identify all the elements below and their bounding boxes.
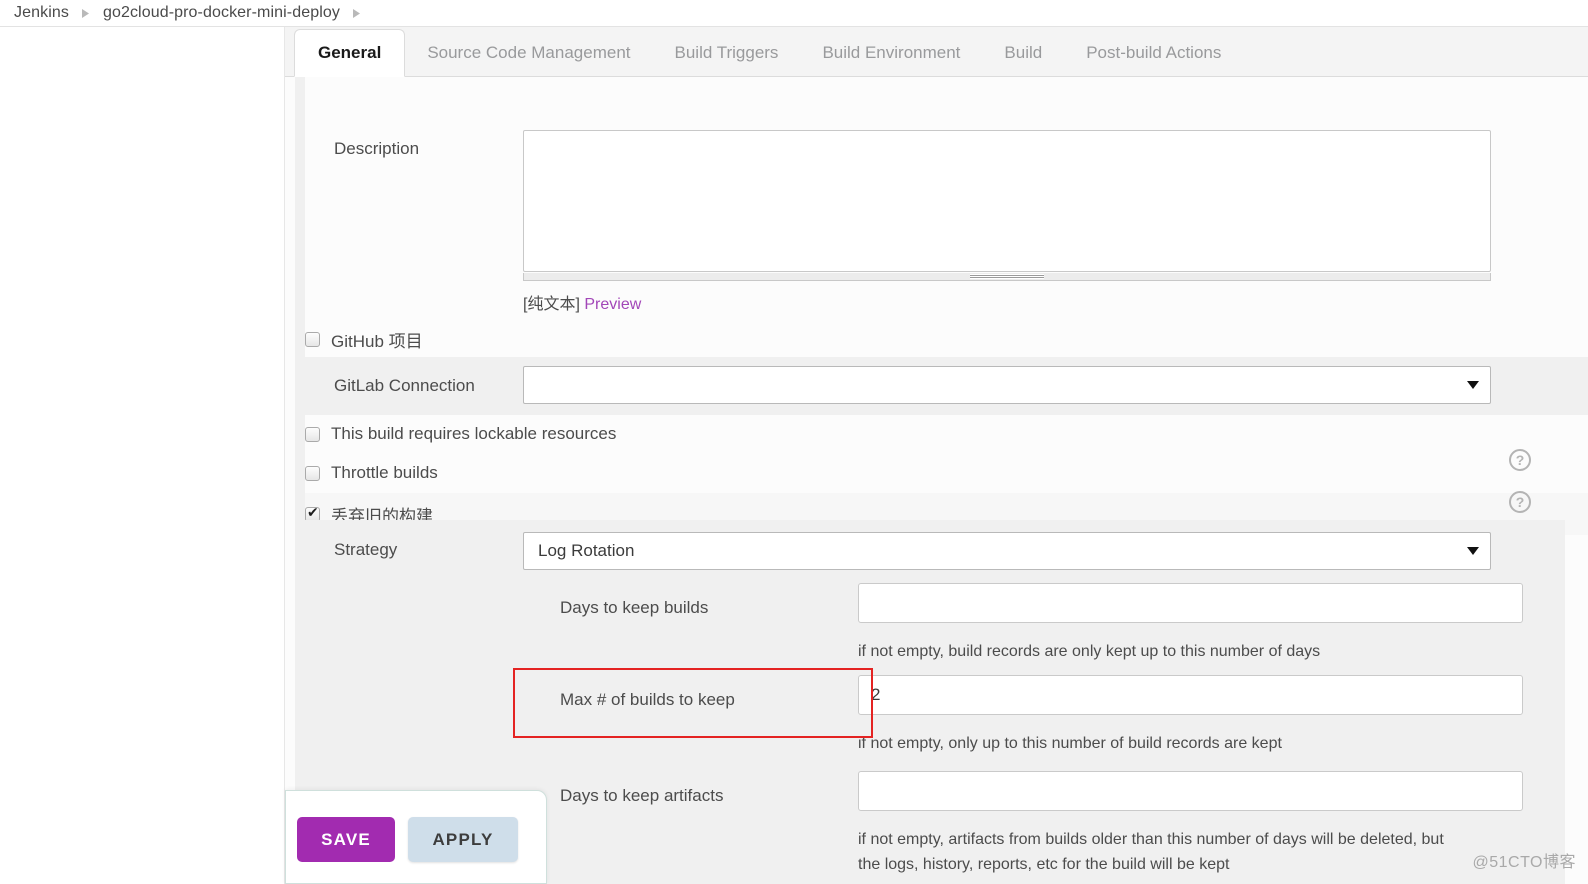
form-actions-panel: SAVE APPLY [285,790,547,884]
github-project-label: GitHub 项目 [331,331,423,351]
strategy-value: Log Rotation [538,541,635,560]
lockable-resources-label: This build requires lockable resources [331,424,617,443]
max-builds-to-keep-input[interactable]: 2 [858,675,1523,715]
throttle-builds-checkbox[interactable] [305,465,320,481]
strategy-label: Strategy [334,540,398,559]
gitlab-connection-row: GitLab Connection [305,357,1588,415]
preview-link[interactable]: Preview [584,296,641,313]
watermark: @51CTO博客 [1472,854,1576,871]
tab-source-code-management[interactable]: Source Code Management [405,29,652,76]
gitlab-connection-select[interactable] [523,366,1491,404]
markup-type-label: [纯文本] [523,296,580,313]
caret-down-icon-strategy [1467,547,1479,555]
save-button[interactable]: SAVE [297,817,395,862]
tab-post-build-actions[interactable]: Post-build Actions [1064,29,1243,76]
config-tabbar: General Source Code Management Build Tri… [285,27,1588,77]
days-to-keep-artifacts-input[interactable] [858,771,1523,811]
tab-build-triggers[interactable]: Build Triggers [653,29,801,76]
chevron-right-icon [75,8,97,19]
days-to-keep-artifacts-hint-line1: if not empty, artifacts from builds olde… [858,831,1444,848]
days-to-keep-artifacts-hint-line2: the logs, history, reports, etc for the … [858,856,1230,873]
days-to-keep-builds-label: Days to keep builds [560,598,709,617]
tab-build-environment[interactable]: Build Environment [800,29,982,76]
breadcrumb: Jenkins go2cloud-pro-docker-mini-deploy [0,0,1588,27]
section-rail [295,77,305,884]
breadcrumb-item-job[interactable]: go2cloud-pro-docker-mini-deploy [97,4,346,22]
general-form: Description [纯文本] Preview GitHub 项目 GitL… [285,77,1588,884]
breadcrumb-item-jenkins[interactable]: Jenkins [8,4,75,22]
days-to-keep-builds-input[interactable] [858,583,1523,623]
left-sidebar [0,27,285,884]
jenkins-job-config-page: Jenkins go2cloud-pro-docker-mini-deploy … [0,0,1588,884]
page-body: General Source Code Management Build Tri… [0,27,1588,884]
tab-general[interactable]: General [294,29,406,77]
help-icon-discard-old-builds[interactable]: ? [1509,491,1531,513]
tab-build[interactable]: Build [982,29,1064,76]
caret-down-icon [1467,381,1479,389]
help-icon-throttle-builds[interactable]: ? [1509,449,1531,471]
chevron-right-icon-2 [346,8,368,19]
github-project-row[interactable]: GitHub 项目 [305,321,1588,357]
throttle-builds-label: Throttle builds [331,463,438,482]
lockable-resources-checkbox[interactable] [305,426,320,442]
resize-grip-icon [970,274,1044,279]
gitlab-connection-label: GitLab Connection [334,376,475,395]
description-textarea[interactable] [523,130,1491,272]
github-project-checkbox[interactable] [305,331,320,347]
apply-button[interactable]: APPLY [408,817,518,862]
description-label: Description [334,139,420,158]
description-resize-handle[interactable] [523,273,1491,281]
max-builds-to-keep-value: 2 [871,685,881,704]
description-preview-row: [纯文本] Preview [523,290,641,314]
days-to-keep-artifacts-label: Days to keep artifacts [560,786,724,805]
max-builds-to-keep-label: Max # of builds to keep [560,690,735,709]
lockable-resources-row[interactable]: This build requires lockable resources [305,415,1588,453]
throttle-builds-row[interactable]: Throttle builds [305,453,1588,493]
days-to-keep-builds-hint: if not empty, build records are only kep… [858,643,1321,660]
max-builds-to-keep-hint: if not empty, only up to this number of … [858,735,1282,752]
strategy-select[interactable]: Log Rotation [523,532,1491,570]
